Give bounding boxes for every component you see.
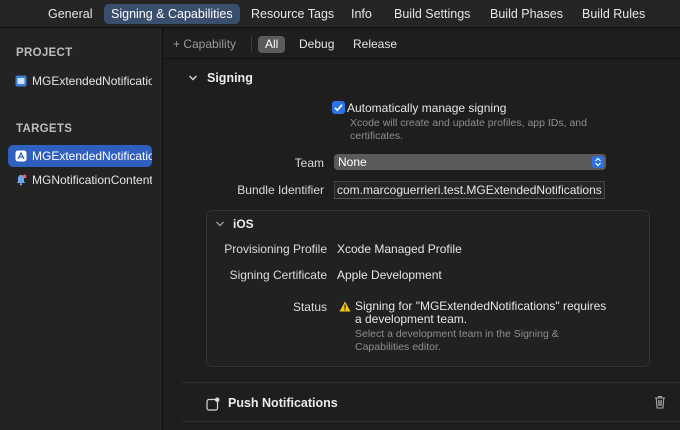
tab-signing-capabilities[interactable]: Signing & Capabilities bbox=[104, 4, 240, 24]
tab-build-settings[interactable]: Build Settings bbox=[387, 4, 477, 24]
sidebar-item-label: MGNotificationContent bbox=[32, 173, 152, 187]
project-targets-sidebar: PROJECT MGExtendedNotifications TARGETS … bbox=[0, 29, 163, 430]
sidebar-item-label: MGExtendedNotifications bbox=[32, 74, 152, 88]
provisioning-profile-label: Provisioning Profile bbox=[224, 242, 327, 256]
app-target-icon bbox=[15, 150, 27, 162]
targets-section-header: TARGETS bbox=[16, 123, 73, 135]
trash-icon[interactable] bbox=[654, 395, 666, 409]
bundle-identifier-label: Bundle Identifier bbox=[237, 183, 324, 197]
bundle-identifier-field[interactable]: com.marcoguerrieri.test.MGExtendedNotifi… bbox=[334, 181, 605, 199]
sidebar-item-target-notification[interactable]: MGNotificationContent bbox=[8, 169, 152, 191]
add-capability-button[interactable]: + Capability bbox=[173, 37, 236, 51]
filter-debug[interactable]: Debug bbox=[292, 36, 341, 53]
team-label: Team bbox=[294, 156, 324, 170]
auto-manage-hint-line2: certificates. bbox=[350, 130, 404, 142]
filter-divider bbox=[251, 36, 252, 52]
auto-manage-signing-label: Automatically manage signing bbox=[347, 101, 507, 115]
auto-manage-signing-checkbox[interactable] bbox=[332, 101, 345, 114]
notification-extension-icon bbox=[16, 174, 27, 186]
chevron-down-icon[interactable] bbox=[215, 219, 225, 229]
filter-all[interactable]: All bbox=[258, 36, 286, 53]
ios-section-title: iOS bbox=[233, 217, 254, 231]
signing-certificate-value: Apple Development bbox=[337, 268, 442, 282]
editor-tab-bar: General Signing & Capabilities Resource … bbox=[0, 0, 680, 28]
signing-section-title: Signing bbox=[207, 71, 253, 85]
warning-icon bbox=[339, 301, 351, 312]
chevron-down-icon[interactable] bbox=[188, 73, 198, 83]
status-hint-line2: Capabilities editor. bbox=[355, 341, 441, 353]
tab-resource-tags[interactable]: Resource Tags bbox=[244, 4, 341, 24]
tab-info[interactable]: Info bbox=[344, 4, 379, 24]
tab-build-rules[interactable]: Build Rules bbox=[575, 4, 652, 24]
push-notifications-capability: Push Notifications bbox=[182, 382, 680, 422]
project-section-header: PROJECT bbox=[16, 47, 73, 59]
project-file-icon bbox=[15, 75, 27, 87]
checkmark-icon bbox=[334, 104, 343, 112]
status-message-line2: a development team. bbox=[355, 312, 468, 326]
status-label: Status bbox=[292, 300, 327, 314]
filter-release[interactable]: Release bbox=[346, 36, 404, 53]
push-notification-icon bbox=[206, 397, 220, 411]
auto-manage-hint-line1: Xcode will create and update profiles, a… bbox=[350, 117, 587, 129]
tab-build-phases[interactable]: Build Phases bbox=[483, 4, 570, 24]
sidebar-item-label: MGExtendedNotifications bbox=[32, 149, 152, 163]
capability-filter-bar: + Capability All Debug Release bbox=[164, 29, 680, 59]
team-popup[interactable]: None bbox=[334, 154, 606, 170]
ios-signing-box: iOS Provisioning Profile Xcode Managed P… bbox=[206, 210, 650, 367]
provisioning-profile-value: Xcode Managed Profile bbox=[337, 242, 462, 256]
updown-arrows-icon bbox=[592, 156, 604, 168]
signing-content: Signing Automatically manage signing Xco… bbox=[164, 60, 680, 430]
sidebar-item-project[interactable]: MGExtendedNotifications bbox=[8, 70, 152, 92]
push-notifications-title: Push Notifications bbox=[228, 396, 338, 410]
status-hint-line1: Select a development team in the Signing… bbox=[355, 328, 559, 340]
tab-general[interactable]: General bbox=[41, 4, 99, 24]
sidebar-item-target-app[interactable]: MGExtendedNotifications bbox=[8, 145, 152, 167]
team-value: None bbox=[338, 155, 367, 169]
signing-certificate-label: Signing Certificate bbox=[229, 268, 327, 282]
